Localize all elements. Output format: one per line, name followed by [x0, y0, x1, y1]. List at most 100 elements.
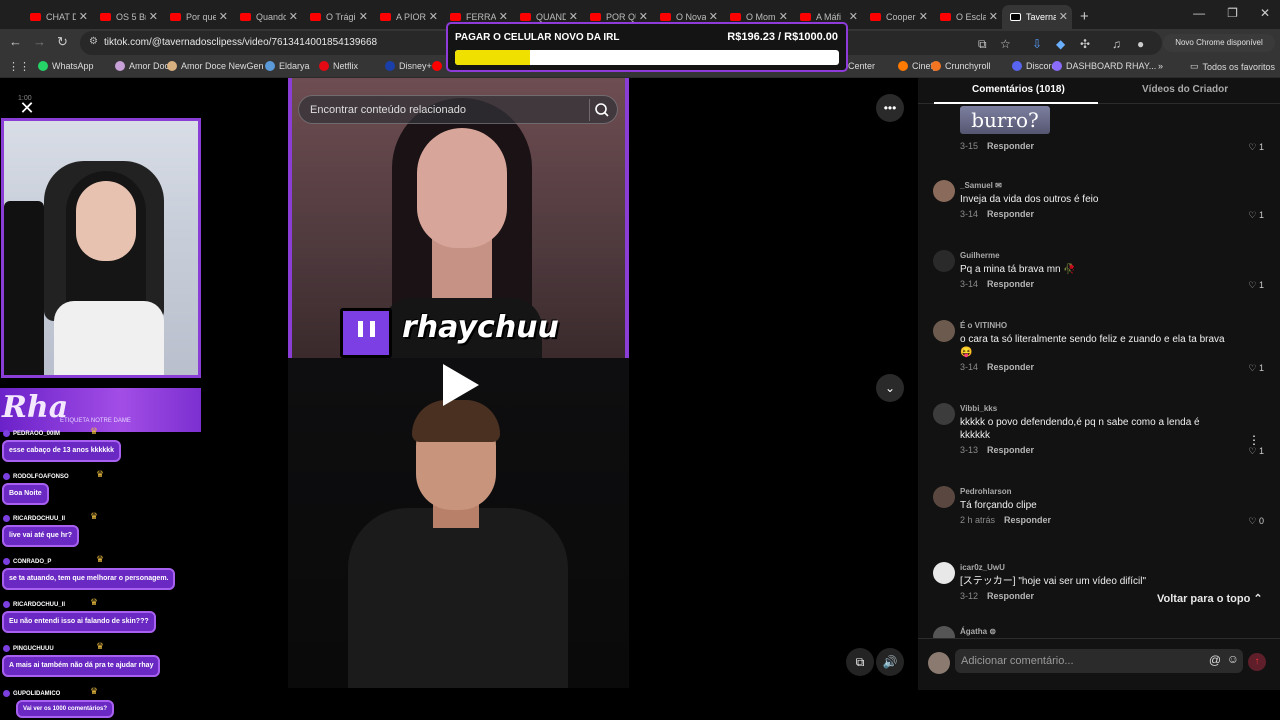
- reply-button[interactable]: Responder: [987, 209, 1034, 219]
- picture-in-picture-icon[interactable]: ⧉: [846, 648, 874, 676]
- commenter-username[interactable]: Pedrohlarson: [960, 487, 1012, 496]
- next-video-chevron-icon[interactable]: ⌄: [876, 374, 904, 402]
- like-count[interactable]: ♡ 1: [1248, 363, 1264, 374]
- tab-0[interactable]: CHAT D ✕: [22, 5, 92, 29]
- commenter-username[interactable]: Ágatha ⊜: [960, 627, 996, 636]
- tab-close-icon[interactable]: ✕: [1059, 10, 1068, 23]
- tab-title: POR QU: [606, 11, 636, 22]
- more-bookmarks-icon[interactable]: »: [1158, 61, 1163, 71]
- play-icon[interactable]: [443, 364, 479, 406]
- tab-close-icon[interactable]: ✕: [219, 10, 228, 23]
- comment-more-icon[interactable]: ⋮: [1242, 428, 1266, 452]
- tab-13[interactable]: O Escla ✕: [932, 5, 1002, 29]
- reply-button[interactable]: Responder: [987, 445, 1034, 455]
- tab-3[interactable]: Quando ✕: [232, 5, 302, 29]
- heart-icon: ♡: [1248, 516, 1257, 526]
- reload-icon[interactable]: ↻: [57, 34, 68, 50]
- tab-close-icon[interactable]: ✕: [429, 10, 438, 23]
- close-window-icon[interactable]: ✕: [1260, 6, 1270, 20]
- bookmark-item[interactable]: Disney+: [385, 61, 432, 71]
- volume-icon[interactable]: 🔊: [876, 648, 904, 676]
- like-count[interactable]: ♡ 1: [1248, 142, 1264, 153]
- minimize-icon[interactable]: —: [1193, 6, 1205, 20]
- crown-icon: ♛: [90, 426, 99, 436]
- commenter-username[interactable]: icar0z_UwU: [960, 563, 1005, 572]
- tab-5[interactable]: A PIOR ✕: [372, 5, 442, 29]
- search-icon[interactable]: [589, 99, 611, 121]
- mention-icon[interactable]: @: [1209, 653, 1221, 667]
- commenter-username[interactable]: Vibbi_kks: [960, 404, 997, 413]
- active-tab-indicator: [934, 102, 1098, 104]
- tab-12[interactable]: Cooper ✕: [862, 5, 932, 29]
- tab-close-icon[interactable]: ✕: [849, 10, 858, 23]
- commenter-avatar[interactable]: [933, 403, 955, 425]
- restore-icon[interactable]: ❐: [1227, 6, 1238, 20]
- reply-button[interactable]: Responder: [987, 279, 1034, 289]
- new-tab-icon[interactable]: +: [1080, 8, 1089, 25]
- bookmark-item[interactable]: Crunchyroll: [931, 61, 991, 71]
- tab-2[interactable]: Por que ✕: [162, 5, 232, 29]
- post-comment-button[interactable]: ↑: [1248, 653, 1266, 671]
- reply-button[interactable]: Responder: [1004, 515, 1051, 525]
- extension-icon[interactable]: ◆: [1056, 37, 1065, 51]
- bookmark-item[interactable]: DASHBOARD RHAY...: [1052, 61, 1156, 71]
- bookmark-item[interactable]: Eldarya: [265, 61, 310, 71]
- forward-icon[interactable]: →: [33, 34, 46, 49]
- like-count[interactable]: ♡ 1: [1248, 280, 1264, 291]
- all-bookmarks-folder[interactable]: ▭ Todos os favoritos: [1190, 61, 1275, 72]
- tab-close-icon[interactable]: ✕: [989, 10, 998, 23]
- back-icon[interactable]: ←: [9, 34, 22, 49]
- bookmark-item[interactable]: Netflix: [319, 61, 358, 71]
- commenter-username[interactable]: _Samuel ✉: [960, 181, 1002, 190]
- chrome-update-button[interactable]: Novo Chrome disponível: [1163, 34, 1275, 52]
- tab-title: Cooper: [886, 11, 916, 22]
- tab-title: OS 5 Br: [116, 11, 146, 22]
- apps-grid-icon[interactable]: ⋮⋮: [8, 60, 30, 73]
- like-count[interactable]: ♡ 1: [1248, 210, 1264, 221]
- reply-button[interactable]: Responder: [987, 591, 1034, 601]
- tab-close-icon[interactable]: ✕: [79, 10, 88, 23]
- reply-button[interactable]: Responder: [987, 362, 1034, 372]
- commenter-avatar[interactable]: [933, 562, 955, 584]
- bookmark-item[interactable]: Amor Doce NewGen: [167, 61, 264, 71]
- site-info-icon[interactable]: ⚙: [89, 36, 98, 47]
- media-control-icon[interactable]: ♫: [1112, 37, 1121, 51]
- reply-button[interactable]: Responder: [987, 141, 1034, 151]
- like-count[interactable]: ♡ 0: [1248, 516, 1264, 527]
- tab-1[interactable]: OS 5 Br ✕: [92, 5, 162, 29]
- streamer-body: [54, 301, 164, 375]
- commenter-username[interactable]: É o VITINHO: [960, 321, 1007, 330]
- bookmark-star-icon[interactable]: ☆: [1000, 37, 1011, 51]
- tab-close-icon[interactable]: ✕: [359, 10, 368, 23]
- more-options-icon[interactable]: •••: [876, 94, 904, 122]
- tab-close-icon[interactable]: ✕: [149, 10, 158, 23]
- related-search-input[interactable]: Encontrar conteúdo relacionado: [298, 95, 618, 124]
- commenter-avatar[interactable]: [933, 486, 955, 508]
- commenter-avatar[interactable]: [933, 250, 955, 272]
- close-icon[interactable]: ✕: [16, 98, 38, 120]
- install-app-icon[interactable]: ⧉: [978, 37, 987, 52]
- crown-icon: ♛: [96, 641, 105, 651]
- tab-close-icon[interactable]: ✕: [919, 10, 928, 23]
- download-icon[interactable]: ⇩: [1032, 37, 1042, 51]
- bookmark-item[interactable]: WhatsApp: [38, 61, 94, 71]
- bookmark-item[interactable]: Discord: [1012, 61, 1057, 71]
- youtube-favicon-icon: [380, 12, 391, 21]
- profile-avatar-icon[interactable]: ●: [1137, 37, 1144, 51]
- bookmark-item[interactable]: Amor Doce: [115, 61, 174, 71]
- tab-close-icon[interactable]: ✕: [289, 10, 298, 23]
- tab-creator-videos[interactable]: Vídeos do Criador: [1142, 84, 1228, 95]
- tab-14[interactable]: Taverna ✕: [1002, 4, 1072, 29]
- emoji-icon[interactable]: ☺: [1227, 652, 1239, 666]
- back-to-top-button[interactable]: Voltar para o topo ⌃: [1153, 590, 1267, 607]
- tab-4[interactable]: O Trági ✕: [302, 5, 372, 29]
- comment-text: [ステッカー] "hoje vai ser um vídeo difícil": [960, 576, 1147, 587]
- bookmark-item[interactable]: Center: [848, 61, 875, 71]
- comment-text: kkkkk o povo defendendo,é pq n sabe como…: [960, 417, 1200, 441]
- commenter-username[interactable]: Guilherme: [960, 251, 1000, 260]
- commenter-avatar[interactable]: [933, 180, 955, 202]
- comment-input[interactable]: Adicionar comentário... @ ☺: [955, 649, 1243, 673]
- tab-comments[interactable]: Comentários (1018): [972, 84, 1065, 95]
- commenter-avatar[interactable]: [933, 320, 955, 342]
- extensions-puzzle-icon[interactable]: ✣: [1080, 37, 1090, 51]
